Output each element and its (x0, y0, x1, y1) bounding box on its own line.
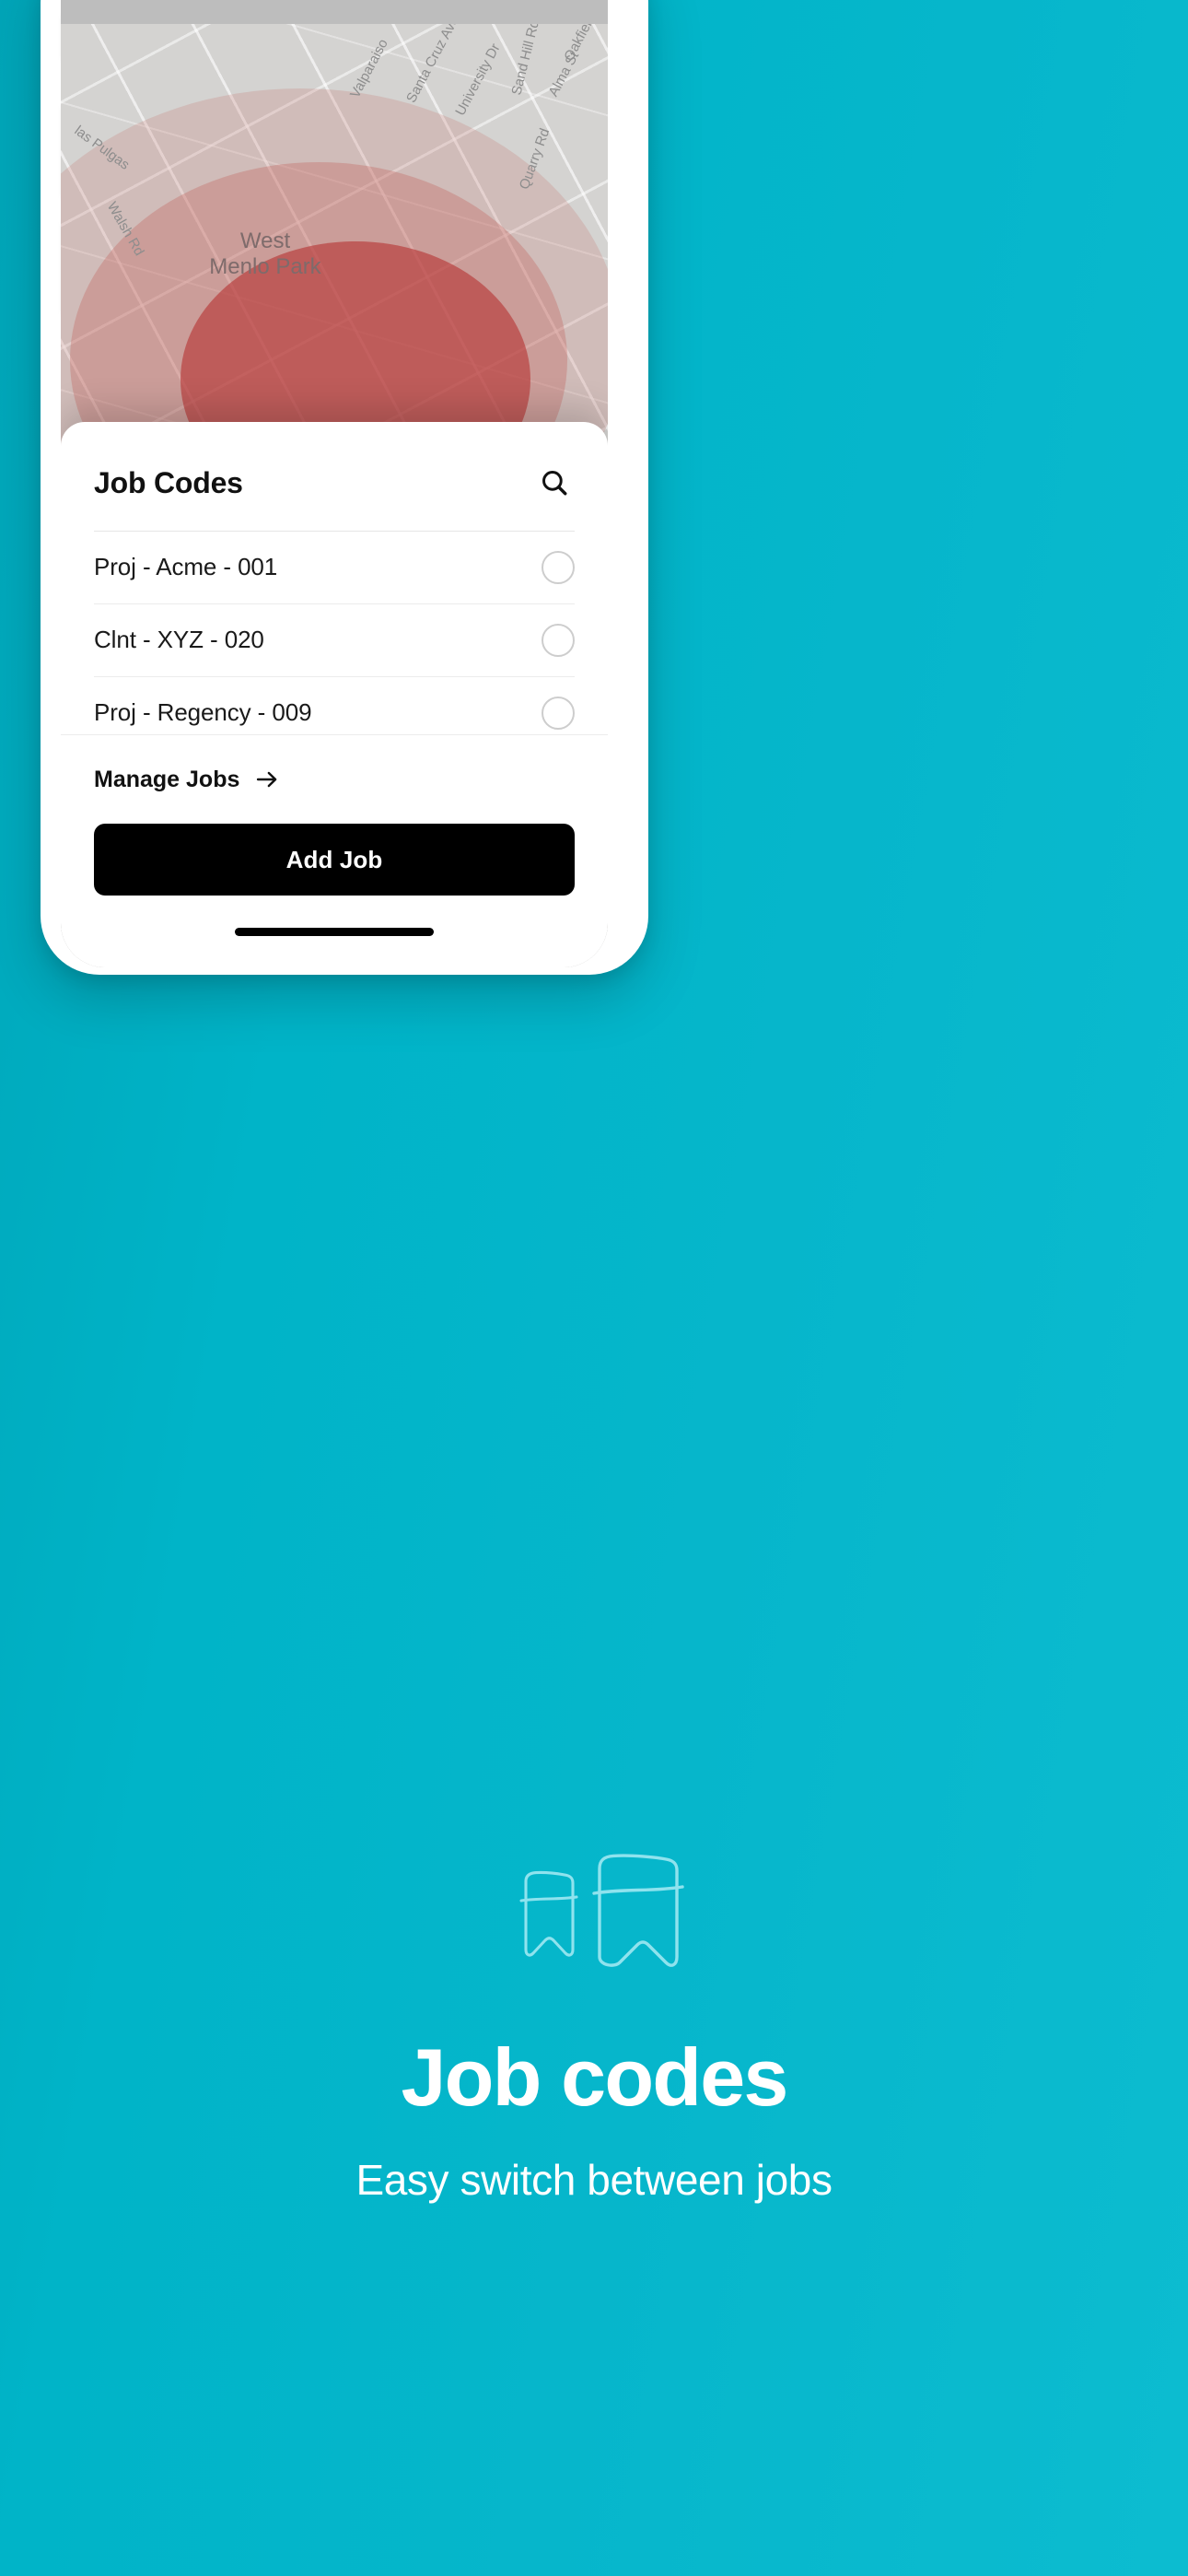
job-radio[interactable] (542, 550, 575, 584)
job-radio[interactable] (542, 696, 575, 730)
job-code-list[interactable]: Proj - Acme - 001 Clnt - XYZ - 020 Proj - … (61, 532, 608, 734)
job-code-label: Proj - Acme - 001 (94, 553, 278, 581)
phone-screen: Clnt - Community - 004 · 1h 48m 52s Valp… (61, 0, 608, 967)
page-title: Job codes (401, 2032, 788, 2123)
search-button[interactable] (534, 463, 575, 503)
page-subtitle: Easy switch between jobs (355, 2156, 833, 2204)
sheet-title: Job Codes (94, 465, 243, 499)
arrow-right-icon (257, 771, 277, 788)
manage-jobs-label: Manage Jobs (94, 766, 240, 792)
job-code-label: Clnt - XYZ - 020 (94, 626, 264, 654)
map-place-label: West Menlo Park (209, 228, 321, 280)
job-code-label: Proj - Regency - 009 (94, 698, 312, 727)
search-icon (542, 471, 567, 496)
home-indicator-area (94, 896, 575, 967)
job-code-row[interactable]: Clnt - XYZ - 020 (94, 604, 575, 677)
job-codes-sheet: Job Codes Proj - Acme - 001 Clnt - XYZ - … (61, 422, 608, 967)
manage-jobs-row[interactable]: Manage Jobs (94, 735, 575, 824)
active-job-text: Clnt - Community - 004 · 1h 48m 52s (146, 0, 545, 2)
job-radio[interactable] (542, 623, 575, 657)
job-code-row[interactable]: Proj - Regency - 009 (94, 677, 575, 734)
job-code-row[interactable]: Proj - Acme - 001 (94, 532, 575, 604)
home-indicator[interactable] (235, 927, 434, 936)
sheet-header: Job Codes (61, 422, 608, 503)
add-job-button[interactable]: Add Job (94, 824, 575, 896)
bookmark-tags-icon (483, 1843, 705, 1985)
caption-block: Job codes Easy switch between jobs (0, 1843, 1188, 2205)
active-job-bar[interactable]: Clnt - Community - 004 · 1h 48m 52s (61, 0, 608, 24)
sheet-footer: Manage Jobs Add Job (61, 734, 608, 967)
